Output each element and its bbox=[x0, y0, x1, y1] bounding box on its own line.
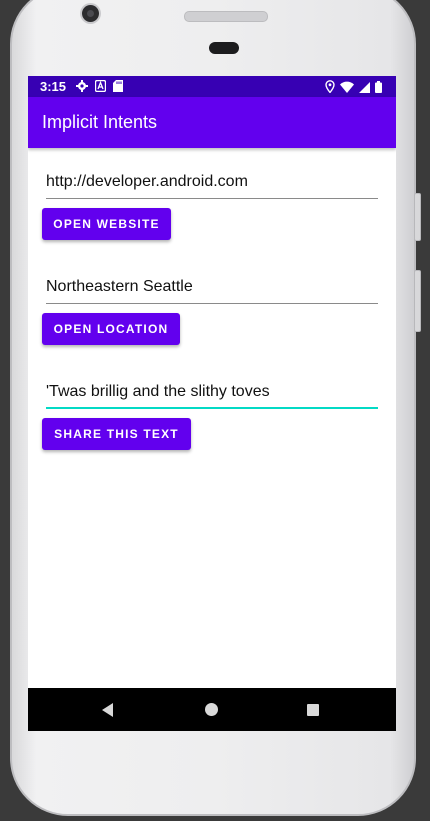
app-bar: Implicit Intents bbox=[28, 97, 396, 148]
gear-icon bbox=[76, 80, 88, 95]
app-title: Implicit Intents bbox=[42, 112, 158, 132]
signal-icon bbox=[359, 81, 370, 96]
navigation-bar bbox=[28, 688, 396, 731]
open-website-button[interactable]: OPEN WEBSITE bbox=[42, 208, 171, 240]
open-location-button[interactable]: OPEN LOCATION bbox=[42, 313, 180, 345]
status-bar: 3:15 bbox=[28, 76, 396, 97]
home-icon[interactable] bbox=[205, 703, 218, 716]
power-button bbox=[414, 193, 421, 241]
share-text-field[interactable]: 'Twas brillig and the slithy toves bbox=[46, 379, 378, 409]
website-url-field[interactable]: http://developer.android.com bbox=[46, 169, 378, 199]
battery-icon bbox=[375, 80, 382, 96]
recents-icon[interactable] bbox=[307, 704, 319, 716]
status-time: 3:15 bbox=[40, 79, 67, 94]
wifi-icon bbox=[340, 81, 354, 96]
volume-button bbox=[414, 270, 421, 332]
location-icon bbox=[325, 80, 335, 96]
proximity-sensor bbox=[209, 42, 239, 54]
a-notification-icon bbox=[94, 79, 107, 95]
device-screen: 3:15 Implicit Intents http://developer.a… bbox=[28, 76, 396, 731]
sd-card-icon bbox=[113, 80, 123, 95]
location-field[interactable]: Northeastern Seattle bbox=[46, 274, 378, 304]
front-camera bbox=[82, 5, 99, 22]
back-icon[interactable] bbox=[102, 703, 113, 717]
earpiece-speaker bbox=[184, 11, 268, 22]
share-text-button[interactable]: SHARE THIS TEXT bbox=[42, 418, 191, 450]
